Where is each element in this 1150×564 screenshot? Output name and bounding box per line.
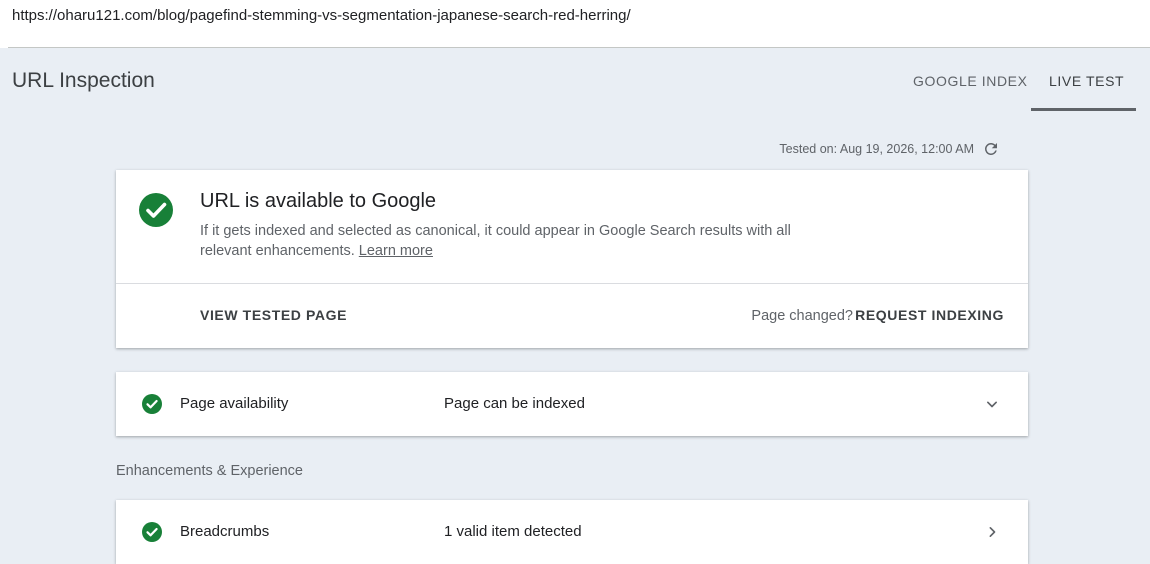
- url-text[interactable]: https://oharu121.com/blog/pagefind-stemm…: [12, 7, 631, 24]
- status-description-text: If it gets indexed and selected as canon…: [200, 223, 791, 259]
- status-card: URL is available to Google If it gets in…: [116, 170, 1028, 348]
- check-circle-icon: [142, 394, 162, 414]
- page-availability-label: Page availability: [180, 395, 289, 412]
- status-description: If it gets indexed and selected as canon…: [200, 221, 800, 261]
- tab-google-index[interactable]: GOOGLE INDEX: [913, 73, 1028, 89]
- chevron-down-icon[interactable]: [982, 394, 1002, 414]
- refresh-icon[interactable]: [982, 140, 1000, 158]
- page-availability-value: Page can be indexed: [444, 395, 585, 412]
- tested-on-text: Tested on: Aug 19, 2026, 12:00 AM: [779, 142, 974, 156]
- tab-live-test[interactable]: LIVE TEST: [1049, 73, 1124, 89]
- inspection-header: URL Inspection GOOGLE INDEX LIVE TEST: [0, 48, 1150, 112]
- page-changed-label: Page changed?: [751, 308, 853, 324]
- page-title: URL Inspection: [12, 69, 155, 92]
- active-tab-indicator: [1031, 108, 1136, 111]
- check-circle-icon: [139, 193, 173, 227]
- breadcrumbs-value: 1 valid item detected: [444, 523, 582, 540]
- tested-on-row: Tested on: Aug 19, 2026, 12:00 AM: [779, 140, 1000, 158]
- view-tested-page-button[interactable]: VIEW TESTED PAGE: [200, 307, 347, 323]
- chevron-right-icon[interactable]: [982, 522, 1002, 542]
- breadcrumbs-label: Breadcrumbs: [180, 523, 270, 540]
- status-title: URL is available to Google: [200, 190, 437, 212]
- learn-more-link[interactable]: Learn more: [359, 243, 433, 259]
- address-bar[interactable]: https://oharu121.com/blog/pagefind-stemm…: [0, 0, 1150, 48]
- request-indexing-button[interactable]: REQUEST INDEXING: [855, 307, 1004, 323]
- page-availability-row[interactable]: Page availability Page can be indexed: [116, 372, 1028, 436]
- enhancements-section-title: Enhancements & Experience: [116, 463, 303, 479]
- card-divider: [116, 283, 1028, 284]
- check-circle-icon: [142, 522, 162, 542]
- breadcrumbs-row[interactable]: Breadcrumbs 1 valid item detected: [116, 500, 1028, 564]
